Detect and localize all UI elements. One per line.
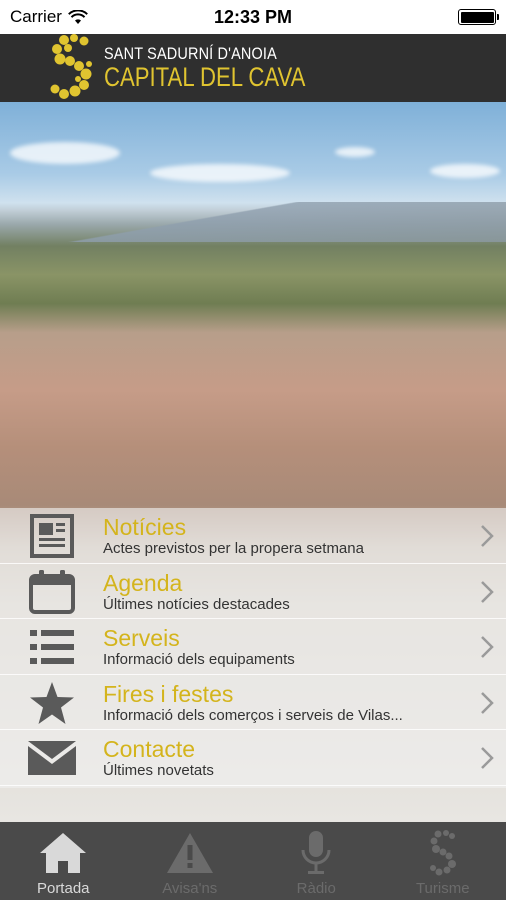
header-tagline: CAPITAL DEL CAVA: [104, 62, 306, 92]
chevron-right-icon: [481, 525, 494, 547]
menu-item-serveis[interactable]: Serveis Informació dels equipaments: [0, 619, 506, 675]
tab-label: Avisa'ns: [162, 880, 218, 897]
menu-item-agenda[interactable]: Agenda Últimes notícies destacades: [0, 564, 506, 619]
menu-item-title: Fires i festes: [103, 680, 234, 707]
menu-item-title: Agenda: [103, 569, 183, 596]
tab-turisme[interactable]: Turisme: [380, 822, 506, 900]
header-title-block: SANT SADURNÍ D'ANOIA CAPITAL DEL CAVA: [104, 45, 350, 91]
tab-radio[interactable]: Ràdio: [253, 822, 380, 900]
menu-item-subtitle: Actes previstos per la propera setmana: [103, 540, 364, 557]
menu-item-title: Notícies: [103, 514, 187, 540]
list-icon: [26, 625, 78, 669]
app-logo: [48, 34, 98, 102]
chevron-right-icon: [481, 691, 494, 714]
tab-portada[interactable]: Portada: [0, 822, 127, 900]
calendar-icon: [26, 569, 78, 614]
menu-item-title: Serveis: [103, 625, 180, 651]
main-menu-list: Notícies Actes previstos per la propera …: [0, 508, 506, 788]
envelope-icon: [26, 736, 78, 780]
menu-item-subtitle: Informació dels equipaments: [103, 651, 295, 668]
status-bar: Carrier 12:33 PM: [0, 0, 506, 34]
status-left: Carrier: [10, 7, 88, 27]
newspaper-icon: [26, 514, 78, 558]
s-logo-icon: [416, 830, 470, 876]
chevron-right-icon: [481, 580, 494, 603]
tab-label: Ràdio: [296, 880, 336, 897]
tab-bar: Portada Avisa'ns Ràdio Turisme: [0, 822, 506, 900]
menu-item-subtitle: Informació dels comerços i serveis de Vi…: [103, 706, 403, 724]
menu-item-noticies[interactable]: Notícies Actes previstos per la propera …: [0, 508, 506, 564]
menu-item-subtitle: Últimes notícies destacades: [103, 595, 290, 613]
menu-item-subtitle: Últimes novetats: [103, 762, 214, 779]
menu-item-fires-festes[interactable]: Fires i festes Informació dels comerços …: [0, 675, 506, 730]
menu-item-contacte[interactable]: Contacte Últimes novetats: [0, 730, 506, 786]
tab-avisans[interactable]: Avisa'ns: [127, 822, 254, 900]
tab-label: Turisme: [415, 880, 470, 897]
carrier-label: Carrier: [10, 7, 62, 26]
warning-icon: [163, 830, 217, 876]
menu-item-title: Contacte: [103, 736, 196, 762]
battery-icon: [458, 9, 499, 25]
tab-label: Portada: [36, 880, 90, 897]
star-icon: [26, 681, 78, 725]
header-town-name: SANT SADURNÍ D'ANOIA: [104, 44, 277, 63]
home-icon: [36, 830, 90, 876]
microphone-icon: [289, 830, 343, 876]
wifi-icon: [68, 9, 88, 24]
chevron-right-icon: [481, 747, 494, 769]
app-header: SANT SADURNÍ D'ANOIA CAPITAL DEL CAVA: [0, 34, 506, 102]
chevron-right-icon: [481, 636, 494, 658]
